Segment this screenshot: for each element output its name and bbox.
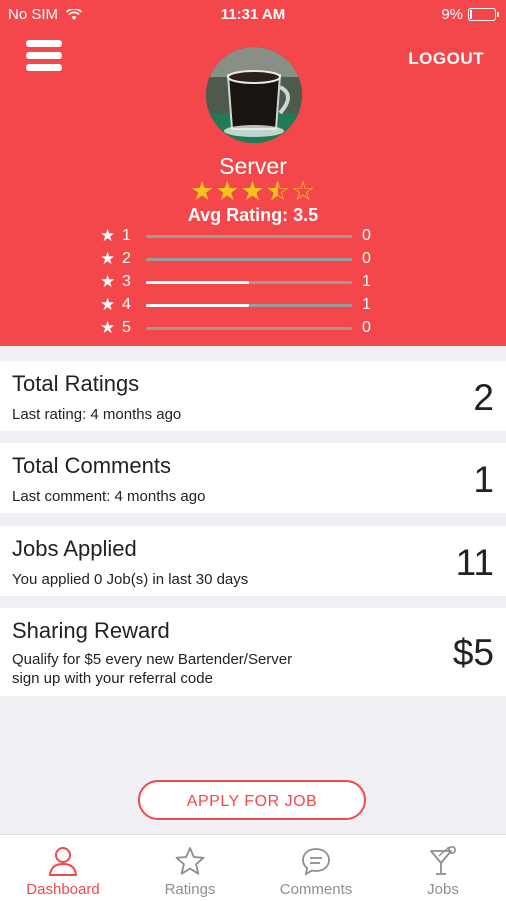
star-icon: ★ [100,272,116,291]
card-value: 11 [455,542,494,583]
card-title: Sharing Reward [12,618,170,643]
jobs-applied-card[interactable]: Jobs Applied You applied 0 Job(s) in las… [0,526,506,596]
card-title: Total Ratings [12,371,140,396]
clock: 11:31 AM [220,6,286,23]
chat-bubble-icon [302,848,330,876]
total-comments-card[interactable]: Total Comments Last comment: 4 months ag… [0,443,506,513]
cocktail-glass-icon [430,845,456,875]
rating-bar-track [146,304,352,307]
tab-dashboard[interactable]: Dashboard [0,835,126,901]
card-subtitle-line1: Qualify for $5 every new Bartender/Serve… [12,651,293,668]
battery-icon [468,8,499,21]
rating-bar-track [146,235,352,238]
rating-bar-fill [146,304,249,307]
star-level-label: 2 [122,250,131,267]
card-value: $5 [452,632,494,673]
logout-button[interactable]: LOGOUT [408,49,484,69]
rating-distribution-row: ★ 3 1 [100,272,380,292]
rating-bar-track [146,281,352,284]
rating-count: 1 [362,296,371,313]
tab-label: Jobs [427,881,459,898]
star-icon [175,847,205,875]
card-title: Total Comments [12,453,171,478]
rating-count: 1 [362,273,371,290]
rating-stars: ★★★★☆☆ [0,175,506,207]
rating-bar-track [146,258,352,261]
card-subtitle: You applied 0 Job(s) in last 30 days [12,571,249,588]
star-empty-icon: ☆ [290,176,317,206]
tab-jobs[interactable]: Jobs [380,835,506,901]
user-icon [48,847,78,876]
rating-bar-track [146,327,352,330]
avg-rating-label: Avg Rating: 3.5 [187,205,319,225]
tab-comments[interactable]: Comments [253,835,379,901]
star-icon: ★ [100,226,116,245]
star-icon: ★ [100,295,116,314]
rating-count: 0 [362,227,371,244]
tab-label: Dashboard [26,881,100,898]
total-ratings-card[interactable]: Total Ratings Last rating: 4 months ago … [0,361,506,431]
card-value: 2 [473,377,494,418]
star-level-label: 4 [122,296,131,313]
tab-label: Ratings [164,881,216,898]
avatar[interactable] [206,47,302,143]
rating-count: 0 [362,319,371,336]
star-full-icon: ★ [240,176,266,206]
rating-count: 0 [362,250,371,267]
star-full-icon: ★ [215,176,241,206]
card-subtitle: Last rating: 4 months ago [12,406,182,423]
star-icon: ★ [100,318,116,337]
tab-ratings[interactable]: Ratings [127,835,253,901]
star-half-icon: ★☆ [265,176,291,206]
star-level-label: 1 [122,227,131,244]
coffee-cup-photo [206,47,302,143]
profile-header: No SIM 11:31 AM 9% LOGOUT Server ★★★ ☆☆ … [0,0,506,346]
star-full-icon: ★ [189,176,216,206]
star-level-label: 5 [122,319,131,336]
tab-label: Comments [279,881,353,898]
rating-distribution-row: ★ 2 0 [100,249,380,269]
hamburger-menu-icon[interactable] [26,40,62,76]
card-subtitle-line2: sign up with your referral code [12,670,213,687]
star-icon: ★ [100,249,116,268]
star-level-label: 3 [122,273,131,290]
apply-for-job-button[interactable]: APPLY FOR JOB [138,780,366,820]
rating-distribution-row: ★ 4 1 [100,295,380,315]
card-subtitle: Last comment: 4 months ago [12,488,206,505]
rating-bar-fill [146,281,249,284]
tab-bar: Dashboard Ratings Comments Jobs [0,834,506,901]
card-title: Jobs Applied [12,536,137,561]
battery-fill [470,10,472,19]
battery-percent: 9% [441,6,463,23]
card-value: 1 [473,459,494,500]
rating-distribution-row: ★ 1 0 [100,226,380,246]
status-bar: No SIM 11:31 AM 9% [0,0,506,30]
rating-distribution-row: ★ 5 0 [100,318,380,338]
sharing-reward-card[interactable]: Sharing Reward Qualify for $5 every new … [0,608,506,696]
